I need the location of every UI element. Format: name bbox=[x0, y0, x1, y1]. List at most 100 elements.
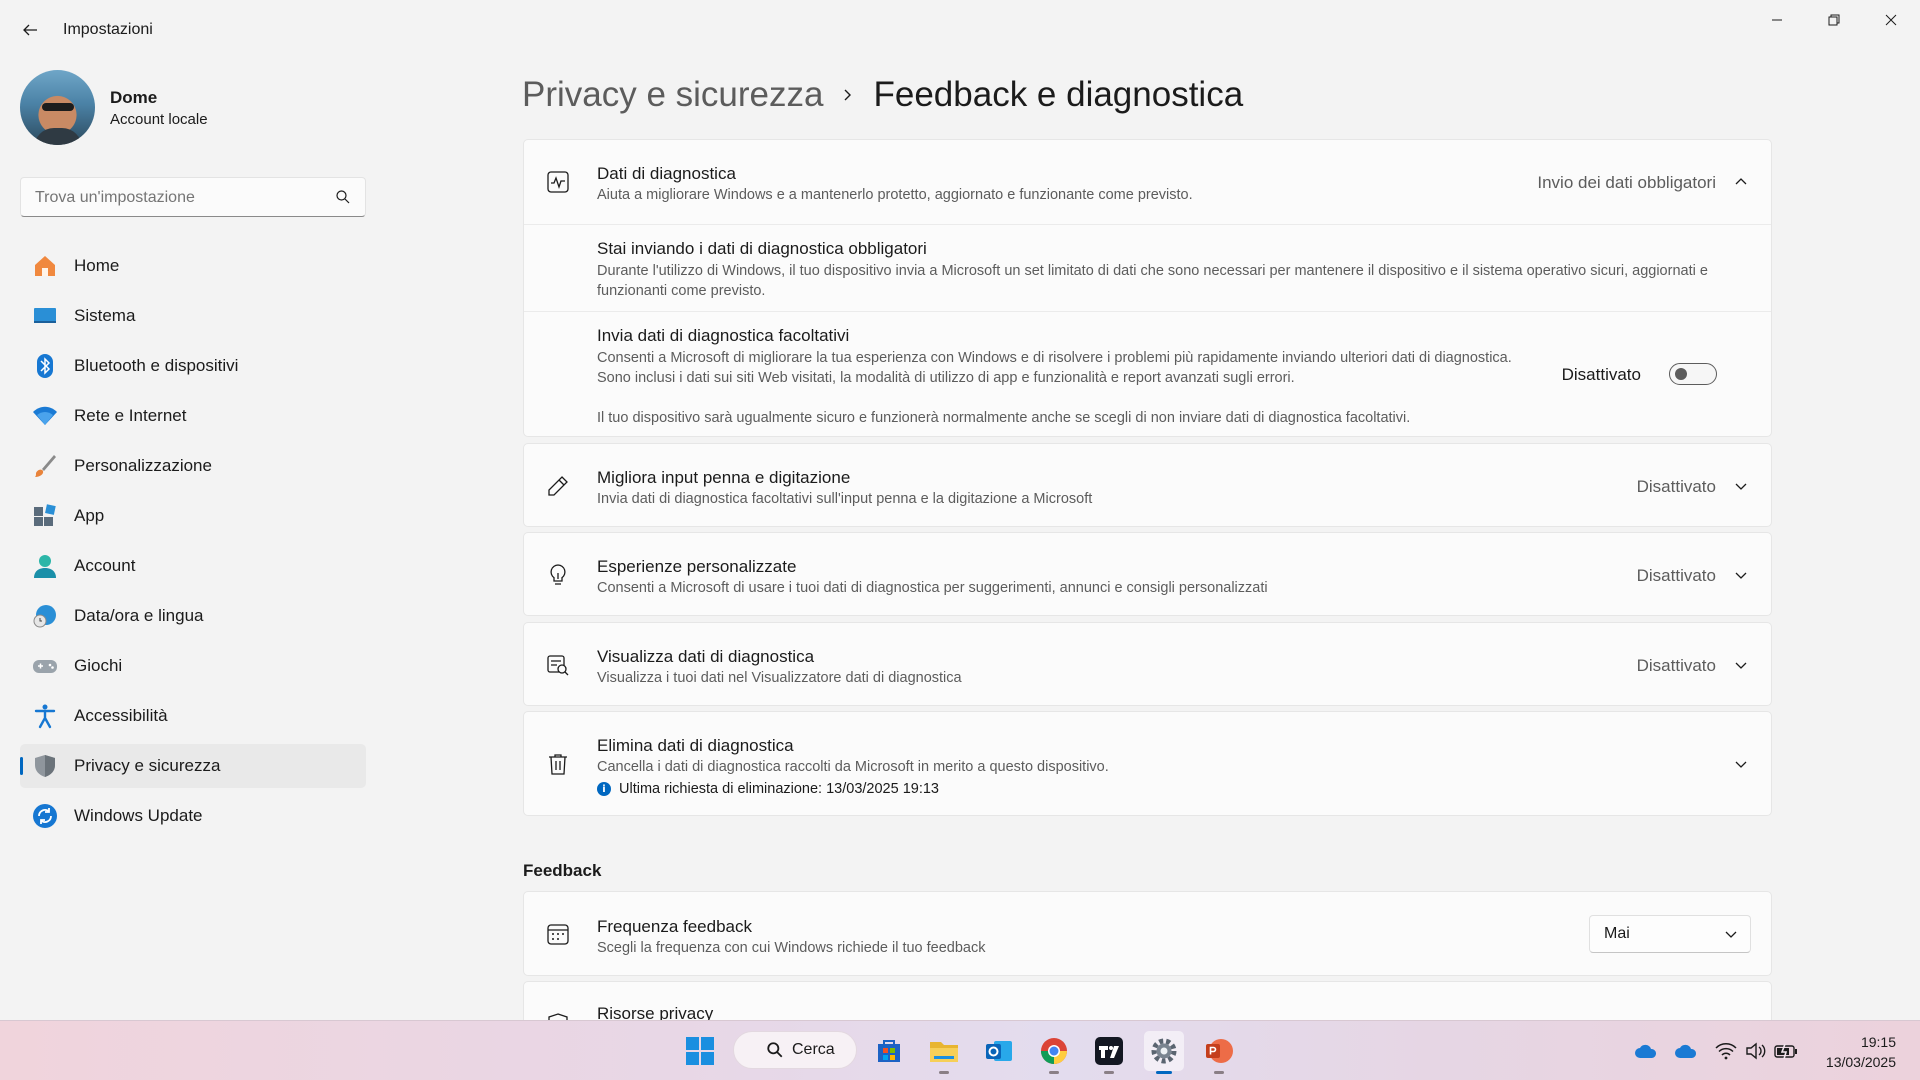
page-title: Feedback e diagnostica bbox=[873, 75, 1244, 114]
close-button[interactable] bbox=[1863, 0, 1919, 40]
last-delete-info: i Ultima richiesta di eliminazione: 13/0… bbox=[597, 781, 939, 797]
breadcrumb-parent[interactable]: Privacy e sicurezza bbox=[522, 75, 823, 115]
taskbar-clock[interactable]: 19:15 13/03/2025 bbox=[1826, 1032, 1896, 1072]
sidebar-item-personalizzazione[interactable]: Personalizzazione bbox=[20, 444, 366, 488]
setting-card-pen-typing[interactable]: Migliora input penna e digitazione Invia… bbox=[523, 443, 1772, 527]
setting-title: Frequenza feedback bbox=[597, 917, 752, 936]
setting-card-view-diagnostic[interactable]: Visualizza dati di diagnostica Visualizz… bbox=[523, 622, 1772, 706]
lightbulb-icon bbox=[546, 563, 570, 587]
title-bar: Impostazioni bbox=[0, 0, 1920, 60]
chevron-down-icon[interactable] bbox=[1731, 565, 1751, 585]
setting-description: Visualizza i tuoi dati nel Visualizzator… bbox=[597, 670, 962, 686]
search-icon bbox=[766, 1041, 784, 1059]
sidebar-item-bluetooth[interactable]: Bluetooth e dispositivi bbox=[20, 344, 366, 388]
taskbar-file-explorer[interactable] bbox=[924, 1031, 964, 1074]
optional-data-title: Invia dati di diagnostica facoltativi bbox=[597, 326, 850, 345]
volume-icon[interactable] bbox=[1744, 1039, 1768, 1063]
clock-date: 13/03/2025 bbox=[1825, 1054, 1896, 1070]
setting-title: Visualizza dati di diagnostica bbox=[597, 647, 815, 666]
apps-icon bbox=[32, 503, 58, 529]
gear-icon bbox=[1151, 1038, 1177, 1064]
optional-data-description: Consenti a Microsoft di migliorare la tu… bbox=[597, 350, 1512, 386]
search-input[interactable] bbox=[33, 186, 327, 210]
sidebar-item-home[interactable]: Home bbox=[20, 244, 366, 288]
diagnostic-data-title: Dati di diagnostica bbox=[597, 164, 736, 183]
setting-value: Disattivato bbox=[1636, 656, 1716, 675]
sidebar-item-account[interactable]: Account bbox=[20, 544, 366, 588]
diagnostic-data-description: Aiuta a migliorare Windows e a mantenerl… bbox=[597, 187, 1193, 203]
setting-value: Disattivato bbox=[1636, 566, 1716, 585]
chevron-down-icon bbox=[1724, 927, 1738, 946]
windows-logo-icon bbox=[686, 1037, 714, 1065]
accessibility-icon bbox=[32, 703, 58, 729]
sidebar-item-app[interactable]: App bbox=[20, 494, 366, 538]
setting-description: Scegli la frequenza con cui Windows rich… bbox=[597, 940, 986, 956]
calendar-icon bbox=[546, 922, 570, 946]
tradingview-icon bbox=[1095, 1037, 1123, 1065]
system-icon bbox=[32, 303, 58, 329]
activity-pulse-icon bbox=[546, 170, 570, 194]
diagnostic-data-header[interactable]: Dati di diagnostica Aiuta a migliorare W… bbox=[524, 140, 1771, 224]
shield-icon bbox=[32, 753, 58, 779]
taskbar-tradingview[interactable] bbox=[1089, 1031, 1129, 1074]
diagnostic-data-card: Dati di diagnostica Aiuta a migliorare W… bbox=[523, 139, 1772, 437]
profile-account-type: Account locale bbox=[110, 111, 208, 128]
data-viewer-icon bbox=[546, 653, 570, 677]
info-icon: i bbox=[597, 782, 611, 796]
setting-description: Cancella i dati di diagnostica raccolti … bbox=[597, 759, 1109, 775]
app-title: Impostazioni bbox=[63, 21, 153, 38]
wifi-status-icon[interactable] bbox=[1714, 1039, 1738, 1063]
chevron-down-icon[interactable] bbox=[1731, 754, 1751, 774]
required-data-title: Stai inviando i dati di diagnostica obbl… bbox=[597, 239, 927, 258]
setting-value: Disattivato bbox=[1636, 477, 1716, 496]
taskbar-settings[interactable] bbox=[1144, 1031, 1184, 1074]
update-icon bbox=[32, 803, 58, 829]
sidebar-item-accessibilita[interactable]: Accessibilità bbox=[20, 694, 366, 738]
feedback-section-title: Feedback bbox=[523, 861, 602, 880]
sidebar-item-data-ora[interactable]: Data/ora e lingua bbox=[20, 594, 366, 638]
sidebar-item-privacy[interactable]: Privacy e sicurezza bbox=[20, 744, 366, 788]
setting-title: Migliora input penna e digitazione bbox=[597, 468, 851, 487]
optional-data-note: Il tuo dispositivo sarà ugualmente sicur… bbox=[597, 410, 1411, 426]
chevron-down-icon[interactable] bbox=[1731, 476, 1751, 496]
taskbar-outlook[interactable] bbox=[979, 1031, 1019, 1071]
account-icon bbox=[32, 553, 58, 579]
setting-card-delete-diagnostic[interactable]: Elimina dati di diagnostica Cancella i d… bbox=[523, 711, 1772, 816]
chevron-down-icon[interactable] bbox=[1731, 655, 1751, 675]
clock-time: 19:15 bbox=[1860, 1034, 1896, 1050]
back-button[interactable] bbox=[14, 14, 46, 46]
settings-search[interactable] bbox=[20, 177, 366, 217]
taskbar-chrome[interactable] bbox=[1034, 1031, 1074, 1074]
setting-card-feedback-frequency: Frequenza feedback Scegli la frequenza c… bbox=[523, 891, 1772, 976]
feedback-frequency-dropdown[interactable]: Mai bbox=[1589, 915, 1751, 953]
onedrive-icon[interactable] bbox=[1634, 1039, 1658, 1063]
taskbar-powerpoint[interactable] bbox=[1199, 1031, 1239, 1074]
required-data-description: Durante l'utilizzo di Windows, il tuo di… bbox=[597, 263, 1708, 299]
setting-title: Esperienze personalizzate bbox=[597, 557, 797, 576]
dropdown-selected-value: Mai bbox=[1604, 925, 1630, 942]
restore-button[interactable] bbox=[1806, 0, 1862, 40]
trash-icon bbox=[546, 752, 570, 776]
store-icon bbox=[878, 1040, 900, 1062]
profile-name: Dome bbox=[110, 88, 158, 107]
taskbar-store[interactable] bbox=[869, 1031, 909, 1071]
battery-charging-icon[interactable] bbox=[1774, 1039, 1798, 1063]
optional-data-toggle[interactable] bbox=[1669, 363, 1717, 385]
sidebar-item-rete[interactable]: Rete e Internet bbox=[20, 394, 366, 438]
setting-description: Consenti a Microsoft di usare i tuoi dat… bbox=[597, 580, 1268, 596]
optional-data-state-label: Disattivato bbox=[1561, 365, 1641, 384]
minimize-button[interactable] bbox=[1749, 0, 1805, 40]
chevron-up-icon[interactable] bbox=[1731, 172, 1751, 192]
sidebar-item-sistema[interactable]: Sistema bbox=[20, 294, 366, 338]
outlook-icon bbox=[986, 1041, 1012, 1061]
start-button[interactable] bbox=[680, 1031, 720, 1071]
close-icon bbox=[1885, 14, 1897, 26]
chevron-right-icon bbox=[841, 88, 855, 102]
setting-card-personalized[interactable]: Esperienze personalizzate Consenti a Mic… bbox=[523, 532, 1772, 616]
sidebar-item-windows-update[interactable]: Windows Update bbox=[20, 794, 366, 838]
taskbar-search[interactable]: Cerca bbox=[733, 1031, 857, 1069]
onedrive-personal-icon[interactable] bbox=[1674, 1039, 1698, 1063]
user-profile[interactable]: Dome Account locale bbox=[20, 70, 360, 146]
search-icon[interactable] bbox=[335, 189, 351, 210]
sidebar-item-giochi[interactable]: Giochi bbox=[20, 644, 366, 688]
